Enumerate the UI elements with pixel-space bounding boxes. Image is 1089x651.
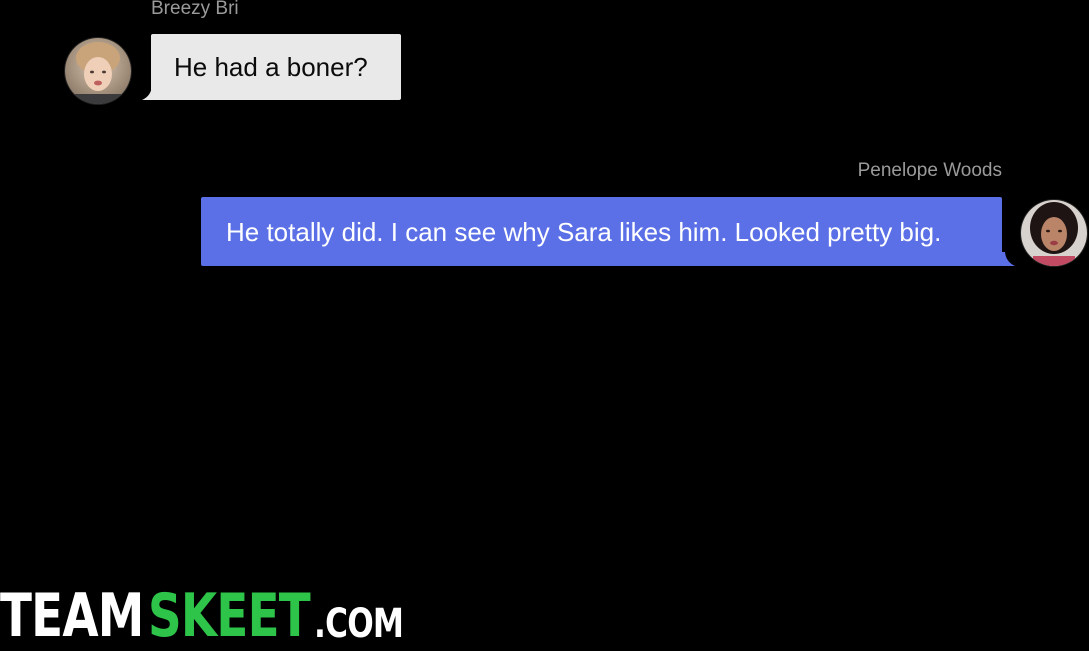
logo-text-team: TEAM [0,581,144,651]
message-text: He totally did. I can see why Sara likes… [226,216,942,247]
sender-name-breezy-bri: Breezy Bri [151,0,239,19]
outgoing-bubble-tail [1001,252,1015,266]
message-bubble-incoming[interactable]: He had a boner? [151,34,401,100]
logo-text-com: .COM [313,601,404,647]
message-bubble-outgoing[interactable]: He totally did. I can see why Sara likes… [201,197,1002,266]
avatar-photo-icon [65,38,131,104]
logo-text-skeet: SKEET [148,581,311,651]
avatar-penelope-woods[interactable] [1021,200,1087,266]
avatar-breezy-bri[interactable] [65,38,131,104]
teamskeet-logo: TEAM SKEET .COM [0,585,428,646]
message-text: He had a boner? [174,52,368,82]
avatar-photo-icon [1021,200,1087,266]
sender-name-penelope-woods: Penelope Woods [857,160,1002,181]
